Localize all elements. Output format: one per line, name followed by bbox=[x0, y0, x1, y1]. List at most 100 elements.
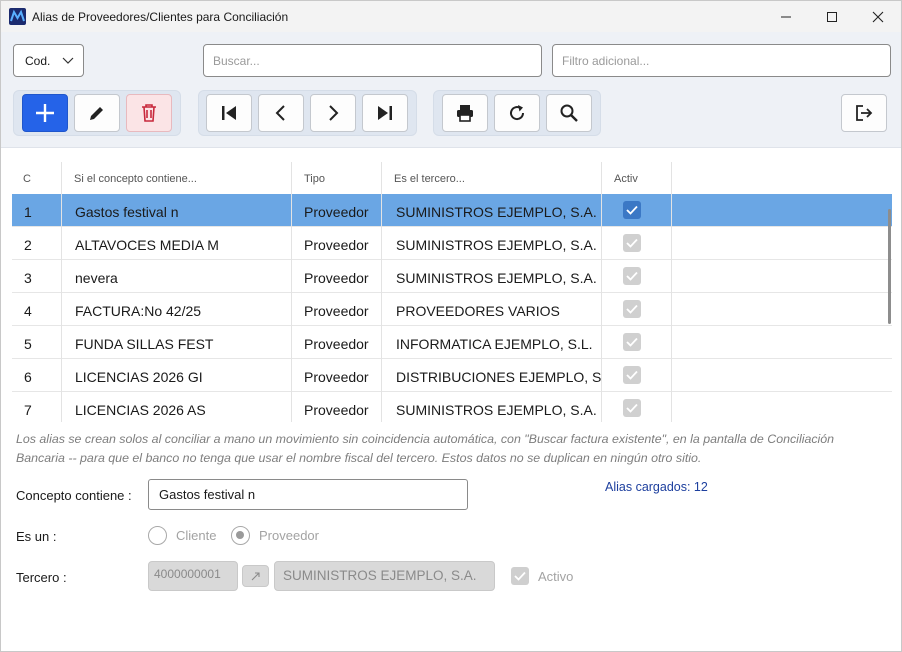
exit-button[interactable] bbox=[841, 94, 887, 132]
type-label: Es un : bbox=[16, 529, 57, 544]
cell-third-text: SUMINISTROS EJEMPLO, S.A. bbox=[396, 402, 597, 418]
column-header-type[interactable]: Tipo bbox=[292, 162, 382, 194]
window-title: Alias de Proveedores/Clientes para Conci… bbox=[32, 10, 289, 24]
check-icon bbox=[626, 205, 638, 215]
table-row[interactable]: 5 FUNDA SILLAS FEST Proveedor INFORMATICA E… bbox=[12, 326, 892, 359]
delete-icon bbox=[142, 104, 156, 122]
cell-type: Proveedor bbox=[292, 326, 382, 359]
alias-count: Alias cargados: 12 bbox=[605, 480, 708, 494]
table-scrollbar[interactable] bbox=[888, 209, 891, 324]
active-checkbox[interactable] bbox=[511, 567, 529, 585]
search-icon bbox=[560, 104, 578, 122]
sort-field-value: Cod. bbox=[25, 54, 51, 68]
add-button[interactable] bbox=[22, 94, 68, 132]
cell-third-text: PROVEEDORES VARIOS bbox=[396, 303, 560, 319]
concept-input[interactable] bbox=[148, 479, 468, 510]
search-input[interactable] bbox=[203, 44, 542, 77]
cell-concept-text: LICENCIAS 2026 AS bbox=[75, 402, 206, 418]
table-header: C Si el concepto contiene... Tipo Es el … bbox=[12, 162, 892, 194]
table-row[interactable]: 1 Gastos festival n Proveedor SUMINISTROS E… bbox=[12, 194, 892, 227]
close-button[interactable] bbox=[855, 1, 901, 32]
cell-type: Proveedor bbox=[292, 392, 382, 422]
edit-icon bbox=[90, 107, 103, 120]
cell-code: 7 bbox=[12, 392, 62, 422]
cell-third: INFORMATICA EJEMPLO, S.L. bbox=[382, 326, 602, 359]
first-record-button[interactable] bbox=[206, 94, 252, 132]
cell-third: DISTRIBUCIONES EJEMPLO, S.L.U. bbox=[382, 359, 602, 392]
cell-code-text: 2 bbox=[24, 237, 32, 253]
cell-type: Proveedor bbox=[292, 359, 382, 392]
check-icon bbox=[626, 238, 638, 248]
cell-code-text: 7 bbox=[24, 402, 32, 418]
minimize-button[interactable] bbox=[763, 1, 809, 32]
maximize-button[interactable] bbox=[809, 1, 855, 32]
active-checkbox[interactable] bbox=[623, 399, 641, 417]
table-row[interactable]: 7 LICENCIAS 2026 AS Proveedor SUMINISTROS E… bbox=[12, 392, 892, 422]
third-lookup-button[interactable] bbox=[242, 565, 269, 587]
supplier-radio[interactable] bbox=[231, 526, 250, 545]
active-checkbox[interactable] bbox=[623, 300, 641, 318]
chevron-down-icon bbox=[62, 57, 74, 64]
cell-concept-text: nevera bbox=[75, 270, 118, 286]
cell-active bbox=[602, 392, 672, 422]
cell-third: SUMINISTROS EJEMPLO, S.A. bbox=[382, 194, 602, 227]
cell-concept-text: LICENCIAS 2026 GI bbox=[75, 369, 203, 385]
filter-input[interactable] bbox=[552, 44, 891, 77]
cell-active bbox=[602, 326, 672, 359]
active-checkbox[interactable] bbox=[623, 267, 641, 285]
window: Alias de Proveedores/Clientes para Conci… bbox=[0, 0, 902, 652]
open-arrow-icon bbox=[251, 572, 260, 581]
alias-table: C Si el concepto contiene... Tipo Es el … bbox=[12, 162, 892, 422]
table-row[interactable]: 6 LICENCIAS 2026 GI Proveedor DISTRIBUCIONE… bbox=[12, 359, 892, 392]
table-row[interactable]: 2 ALTAVOCES MEDIA M Proveedor SUMINISTROS E… bbox=[12, 227, 892, 260]
cell-type-text: Proveedor bbox=[304, 402, 369, 418]
print-button[interactable] bbox=[442, 94, 488, 132]
table-row[interactable]: 4 FACTURA:No 42/25 Proveedor PROVEEDORES VA… bbox=[12, 293, 892, 326]
next-record-button[interactable] bbox=[310, 94, 356, 132]
delete-button[interactable] bbox=[126, 94, 172, 132]
cell-code-text: 5 bbox=[24, 336, 32, 352]
cell-code-text: 1 bbox=[24, 204, 32, 220]
search-button[interactable] bbox=[546, 94, 592, 132]
last-record-button[interactable] bbox=[362, 94, 408, 132]
check-icon bbox=[626, 271, 638, 281]
check-icon bbox=[514, 571, 526, 581]
column-header-code[interactable]: C bbox=[12, 162, 62, 194]
column-header-third[interactable]: Es el tercero... bbox=[382, 162, 602, 194]
print-icon bbox=[457, 105, 473, 122]
maximize-icon bbox=[827, 11, 837, 22]
title-bar: Alias de Proveedores/Clientes para Conci… bbox=[1, 1, 901, 32]
active-checkbox[interactable] bbox=[623, 201, 641, 219]
sort-field-combo[interactable]: Cod. bbox=[13, 44, 84, 77]
third-name-field: SUMINISTROS EJEMPLO, S.A. bbox=[274, 561, 495, 591]
minimize-icon bbox=[781, 16, 791, 17]
next-icon bbox=[329, 105, 339, 121]
cell-type-text: Proveedor bbox=[304, 369, 369, 385]
refresh-button[interactable] bbox=[494, 94, 540, 132]
cell-type-text: Proveedor bbox=[304, 270, 369, 286]
client-radio[interactable] bbox=[148, 526, 167, 545]
third-label: Tercero : bbox=[16, 570, 67, 585]
previous-record-button[interactable] bbox=[258, 94, 304, 132]
previous-icon bbox=[275, 105, 285, 121]
cell-code: 4 bbox=[12, 293, 62, 326]
cell-concept-text: FUNDA SILLAS FEST bbox=[75, 336, 214, 352]
active-checkbox[interactable] bbox=[623, 366, 641, 384]
third-code-field[interactable]: 4000000001 bbox=[148, 561, 238, 591]
cell-type-text: Proveedor bbox=[304, 237, 369, 253]
cell-type-text: Proveedor bbox=[304, 336, 369, 352]
client-radio-label: Cliente bbox=[176, 528, 217, 543]
table-row[interactable]: 3 nevera Proveedor SUMINISTROS EJEMPLO, S.A… bbox=[12, 260, 892, 293]
column-header-active[interactable]: Activ bbox=[602, 162, 672, 194]
active-checkbox[interactable] bbox=[623, 333, 641, 351]
cell-code: 6 bbox=[12, 359, 62, 392]
cell-third-text: SUMINISTROS EJEMPLO, S.A. bbox=[396, 270, 597, 286]
edit-button[interactable] bbox=[74, 94, 120, 132]
column-header-concept[interactable]: Si el concepto contiene... bbox=[62, 162, 292, 194]
active-checkbox[interactable] bbox=[623, 234, 641, 252]
cell-type: Proveedor bbox=[292, 194, 382, 227]
help-note: Los alias se crean solos al conciliar a … bbox=[16, 432, 835, 465]
cell-type-text: Proveedor bbox=[304, 303, 369, 319]
cell-third: SUMINISTROS EJEMPLO, S.A. bbox=[382, 392, 602, 422]
supplier-radio-label: Proveedor bbox=[259, 528, 319, 543]
